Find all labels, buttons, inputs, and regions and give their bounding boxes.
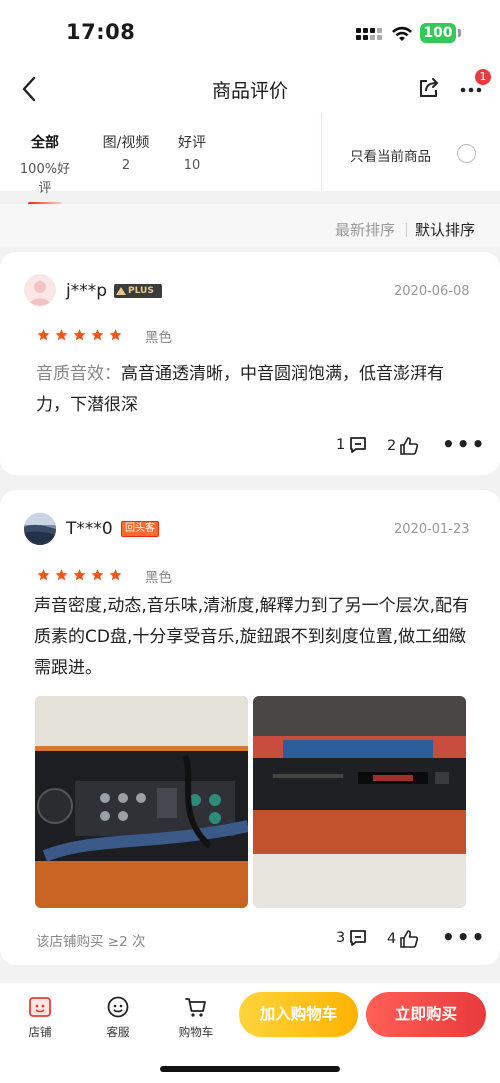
default-avatar-icon <box>29 281 51 306</box>
star-rating <box>36 327 126 341</box>
buy-now-button[interactable]: 立即购买 <box>366 992 486 1037</box>
tab-all-count: 100%好评 <box>19 162 71 196</box>
star-icon <box>91 569 104 581</box>
share-icon[interactable] <box>416 75 442 101</box>
tab-media[interactable]: 图/视频 2 <box>92 132 160 173</box>
shop-button[interactable]: 店铺 <box>10 995 70 1040</box>
battery-tip <box>458 29 461 37</box>
like-button[interactable]: 2 <box>387 436 419 456</box>
status-bar: 17:08 100 <box>0 0 500 64</box>
cart-button[interactable]: 购物车 <box>166 995 226 1040</box>
filter-divider <box>321 114 322 191</box>
tab-good-label: 好评 <box>178 135 206 151</box>
like-count: 2 <box>387 438 397 454</box>
tab-all-label: 全部 <box>31 135 59 151</box>
review-username: j***p <box>66 281 108 301</box>
sort-default[interactable]: 默认排序 <box>415 219 475 240</box>
only-current-label[interactable]: 只看当前商品 <box>350 145 431 165</box>
review-date: 2020-06-08 <box>394 284 470 299</box>
star-icon <box>109 329 122 341</box>
cart-label: 购物车 <box>178 1025 214 1039</box>
sort-bar: 最新排序 默认排序 <box>0 204 500 246</box>
battery-icon: 100 <box>420 23 456 43</box>
tab-good[interactable]: 好评 10 <box>166 132 218 173</box>
sort-divider <box>406 223 407 237</box>
service-label: 客服 <box>106 1025 130 1039</box>
review-more-button[interactable]: ••• <box>442 925 486 949</box>
tab-media-label: 图/视频 <box>102 135 150 151</box>
amplifier-photo <box>35 696 248 908</box>
star-icon <box>91 329 104 341</box>
review-date: 2020-01-23 <box>394 522 470 537</box>
nav-bar: 商品评价 1 <box>0 64 500 114</box>
star-icon <box>73 569 86 581</box>
review-card: T***0 回头客 2020-01-23 黑色 声音密度,动态,音乐味,清淅度,… <box>0 490 500 965</box>
comment-icon <box>350 437 367 453</box>
star-icon <box>55 569 68 581</box>
status-time: 17:08 <box>66 20 136 44</box>
plus-badge: PLUS <box>114 284 162 298</box>
user-avatar-image <box>24 513 56 545</box>
review-photo[interactable] <box>35 696 248 908</box>
customer-service-icon <box>107 996 129 1018</box>
comment-count: 3 <box>336 930 346 946</box>
review-variant: 黑色 <box>145 570 172 586</box>
star-rating <box>36 567 126 581</box>
comment-icon <box>350 930 367 946</box>
review-photo[interactable] <box>253 696 466 908</box>
thumbs-up-icon <box>400 437 419 455</box>
review-content: 音质音效：高音通透清晰，中音圆润饱满，低音澎湃有力，下潜很深 <box>36 359 466 421</box>
cd-player-photo <box>253 696 466 908</box>
comment-button[interactable]: 1 <box>336 436 368 454</box>
notification-badge: 1 <box>475 69 491 85</box>
star-icon <box>73 329 86 341</box>
cart-icon <box>185 998 206 1017</box>
shop-icon <box>29 997 51 1017</box>
wifi-icon <box>392 26 412 41</box>
filter-bar: 全部 100%好评 图/视频 2 好评 10 只看当前商品 <box>0 114 500 206</box>
star-icon <box>37 329 50 341</box>
thumbs-up-icon <box>400 930 419 948</box>
review-username: T***0 <box>66 519 113 539</box>
star-icon <box>109 569 122 581</box>
sort-latest[interactable]: 最新排序 <box>335 219 395 240</box>
cellular-signal-icon <box>356 25 382 45</box>
like-button[interactable]: 4 <box>387 929 419 949</box>
tab-media-count: 2 <box>121 158 131 173</box>
avatar[interactable] <box>24 274 56 306</box>
only-current-radio[interactable] <box>457 144 476 163</box>
review-content-prefix: 音质音效： <box>36 364 121 384</box>
star-icon <box>55 329 68 341</box>
customer-service-button[interactable]: 客服 <box>88 995 148 1040</box>
like-count: 4 <box>387 931 397 947</box>
review-content: 声音密度,动态,音乐味,清淅度,解釋力到了另一个层次,配有质素的CD盘,十分享受… <box>34 596 470 678</box>
avatar[interactable] <box>24 513 56 545</box>
home-indicator <box>160 1066 340 1072</box>
review-variant: 黑色 <box>145 330 172 346</box>
star-icon <box>37 569 50 581</box>
review-card: j***p PLUS 2020-06-08 黑色 音质音效：高音通透清晰，中音圆… <box>0 252 500 475</box>
add-to-cart-button[interactable]: 加入购物车 <box>239 992 358 1037</box>
comment-button[interactable]: 3 <box>336 929 368 947</box>
tab-good-count: 10 <box>183 158 201 173</box>
comment-count: 1 <box>336 437 346 453</box>
returning-customer-badge: 回头客 <box>121 521 159 537</box>
tab-all[interactable]: 全部 100%好评 <box>14 132 76 206</box>
shop-label: 店铺 <box>28 1025 52 1039</box>
repurchase-note: 该店铺购买 ≥2 次 <box>36 934 146 950</box>
review-more-button[interactable]: ••• <box>442 432 486 456</box>
